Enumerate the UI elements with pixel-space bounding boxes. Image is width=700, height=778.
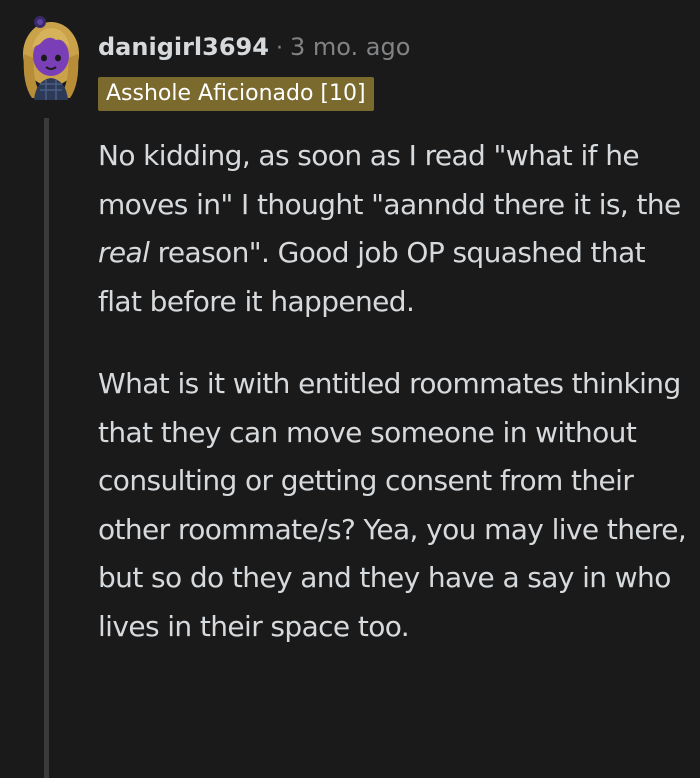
user-flair-badge: Asshole Aficionado [10] [98,77,374,111]
paragraph-text: reason". Good job OP squashed that flat … [98,236,646,318]
comment-meta: danigirl3694 · 3 mo. ago [98,33,410,61]
comment-body: No kidding, as soon as I read "what if h… [98,132,688,651]
paragraph-text: No kidding, as soon as I read "what if h… [98,139,681,221]
thread-collapse-line[interactable] [44,118,49,778]
comment: danigirl3694 · 3 mo. ago Asshole Aficion… [0,0,700,778]
timestamp-link[interactable]: 3 mo. ago [290,33,410,61]
comment-paragraph: What is it with entitled roommates think… [98,367,687,643]
user-avatar-icon[interactable] [18,14,84,100]
meta-separator: · [275,36,283,61]
emphasized-text: real [98,236,150,269]
username-link[interactable]: danigirl3694 [98,33,269,61]
comment-paragraph: No kidding, as soon as I read "what if h… [98,132,688,326]
